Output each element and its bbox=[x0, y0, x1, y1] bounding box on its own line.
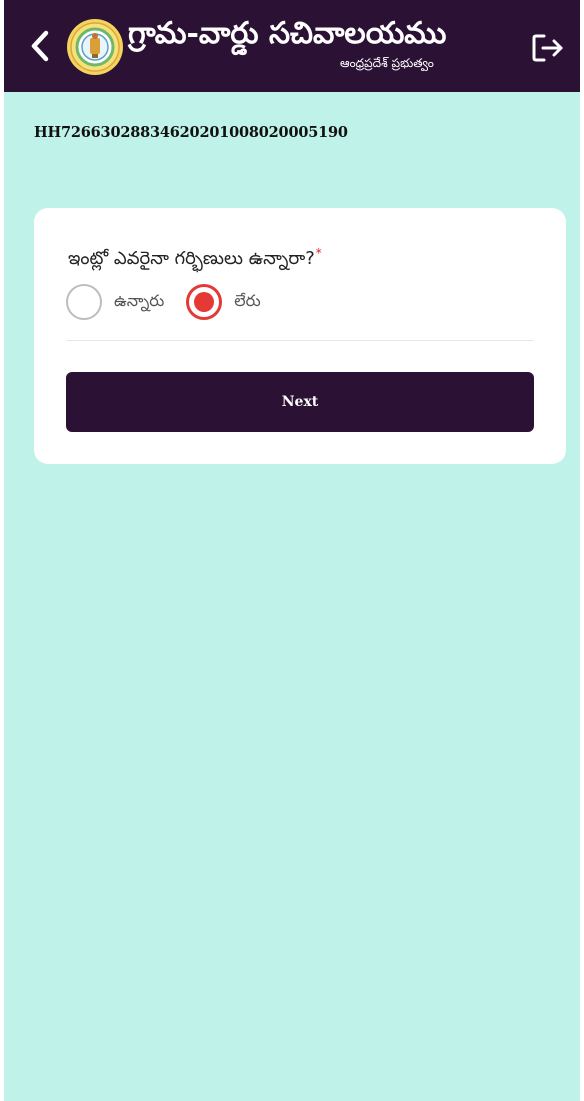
question-card: ఇంట్లో ఎవరైనా గర్భిణులు ఉన్నారా?* ఉన్నార… bbox=[34, 208, 566, 464]
radio-button-selected[interactable] bbox=[186, 284, 223, 320]
divider bbox=[66, 340, 534, 341]
radio-option-no[interactable]: లేరు bbox=[186, 284, 261, 320]
right-frame-edge bbox=[580, 0, 584, 1101]
radio-option-yes[interactable]: ఉన్నారు bbox=[66, 284, 164, 320]
back-button[interactable] bbox=[22, 24, 58, 68]
question-text: ఇంట్లో ఎవరైనా గర్భిణులు ఉన్నారా? bbox=[68, 248, 315, 269]
app-header: గ్రామ-వార్డు సచివాలయము ఆంధ్రప్రదేశ్ ప్రభ… bbox=[4, 0, 580, 92]
answer-radio-group: ఉన్నారు లేరు bbox=[66, 284, 261, 320]
chevron-left-icon bbox=[31, 30, 49, 62]
app-title: గ్రామ-వార్డు సచివాలయము bbox=[128, 16, 447, 51]
left-frame-edge bbox=[0, 0, 4, 1101]
household-id: HH72663028834620201008020005190 bbox=[34, 124, 348, 141]
required-marker: * bbox=[315, 246, 322, 260]
logout-icon bbox=[532, 34, 563, 62]
radio-button-unselected[interactable] bbox=[66, 284, 102, 320]
next-button[interactable]: Next bbox=[66, 372, 534, 432]
logout-button[interactable] bbox=[528, 28, 568, 68]
ap-government-emblem-icon bbox=[67, 19, 123, 75]
radio-label-no: లేరు bbox=[234, 290, 261, 310]
radio-label-yes: ఉన్నారు bbox=[114, 290, 165, 310]
question-label: ఇంట్లో ఎవరైనా గర్భిణులు ఉన్నారా?* bbox=[68, 246, 322, 273]
radio-selected-dot bbox=[194, 292, 215, 312]
app-subtitle: ఆంధ్రప్రదేశ్ ప్రభుత్వం bbox=[340, 56, 434, 70]
